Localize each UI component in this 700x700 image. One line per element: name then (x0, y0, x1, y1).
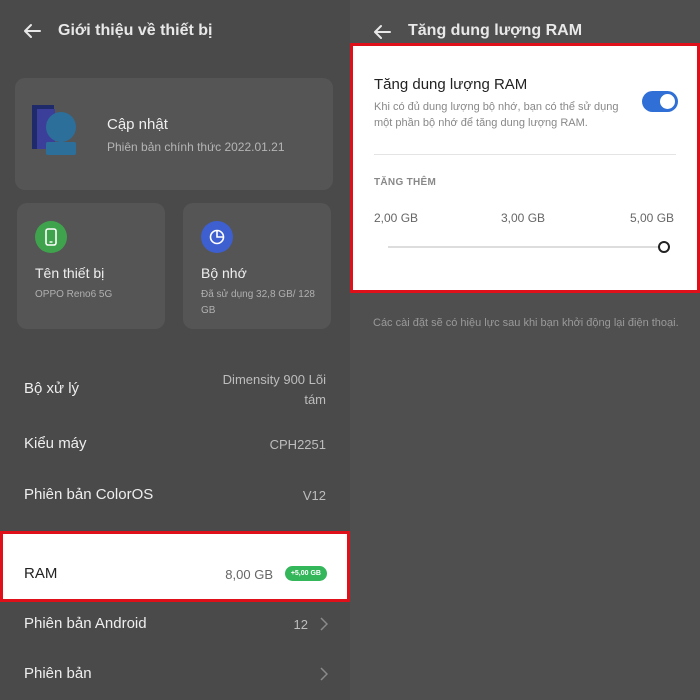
toggle-knob (660, 94, 675, 109)
storage-label: Bộ nhớ (201, 265, 247, 281)
ram-expansion-title: Tăng dung lượng RAM (374, 76, 528, 93)
ram-expansion-badge: +5,00 GB (284, 566, 327, 581)
ram-value: 8,00 GB (225, 567, 273, 582)
update-title: Cập nhật (107, 116, 168, 133)
device-info-screen: Giới thiệu về thiết bị Cập nhật Phiên bả… (0, 0, 350, 700)
coloros-logo-icon (32, 105, 78, 161)
row-ram[interactable]: RAM 8,00 GB +5,00 GB (0, 531, 350, 602)
ram-expansion-description: Khi có đủ dung lượng bộ nhớ, bạn có thể … (374, 101, 619, 129)
phone-icon (35, 221, 67, 253)
restart-note: Các cài đặt sẽ có hiệu lực sau khi bạn k… (373, 317, 679, 329)
row-coloros-version[interactable]: Phiên bản ColorOS V12 (0, 476, 350, 516)
android-label: Phiên bản Android (24, 615, 147, 632)
device-name-tile[interactable]: Tên thiết bị OPPO Reno6 5G (17, 203, 165, 329)
back-arrow-icon[interactable] (372, 22, 392, 42)
ram-label: RAM (24, 565, 58, 582)
coloros-value: V12 (302, 488, 326, 503)
model-label: Kiểu máy (24, 435, 87, 452)
storage-usage: Đã sử dụng 32,8 GB/ 128 GB (201, 289, 315, 316)
row-model[interactable]: Kiểu máy CPH2251 (0, 425, 350, 465)
option-5gb[interactable]: 5,00 GB (630, 211, 674, 225)
ram-slider-track[interactable] (388, 246, 663, 248)
page-title: Tăng dung lượng RAM (408, 22, 583, 39)
device-name-label: Tên thiết bị (35, 265, 105, 281)
version-label: Phiên bản (24, 665, 92, 682)
processor-label: Bộ xử lý (24, 380, 80, 397)
update-version: Phiên bản chính thức 2022.01.21 (107, 140, 285, 154)
ram-slider-thumb[interactable] (658, 241, 670, 253)
back-arrow-icon[interactable] (22, 21, 42, 41)
row-processor[interactable]: Bộ xử lý Dimensity 900 Lõi tám (0, 360, 350, 420)
chevron-right-icon (320, 617, 329, 631)
update-card[interactable]: Cập nhật Phiên bản chính thức 2022.01.21 (15, 78, 333, 190)
section-label: TĂNG THÊM (374, 177, 437, 188)
option-2gb[interactable]: 2,00 GB (374, 211, 418, 225)
model-value: CPH2251 (269, 437, 326, 452)
ram-expansion-toggle[interactable] (642, 91, 678, 112)
android-value: 12 (293, 617, 308, 632)
coloros-label: Phiên bản ColorOS (24, 486, 154, 503)
ram-expansion-card: Tăng dung lượng RAM Khi có đủ dung lượng… (350, 43, 700, 293)
page-title: Giới thiệu về thiết bị (58, 22, 213, 39)
row-version[interactable]: Phiên bản (0, 656, 350, 696)
divider (374, 154, 676, 155)
option-3gb[interactable]: 3,00 GB (501, 211, 545, 225)
device-name-value: OPPO Reno6 5G (35, 289, 113, 300)
storage-pie-icon (201, 221, 233, 253)
ram-expansion-screen: Tăng dung lượng RAM Tăng dung lượng RAM … (350, 0, 700, 700)
row-android-version[interactable]: Phiên bản Android 12 (0, 606, 350, 646)
header-bar: Giới thiệu về thiết bị (0, 0, 350, 62)
storage-tile[interactable]: Bộ nhớ Đã sử dụng 32,8 GB/ 128 GB (183, 203, 331, 329)
processor-value: Dimensity 900 Lõi tám (222, 372, 326, 407)
chevron-right-icon (320, 667, 329, 681)
